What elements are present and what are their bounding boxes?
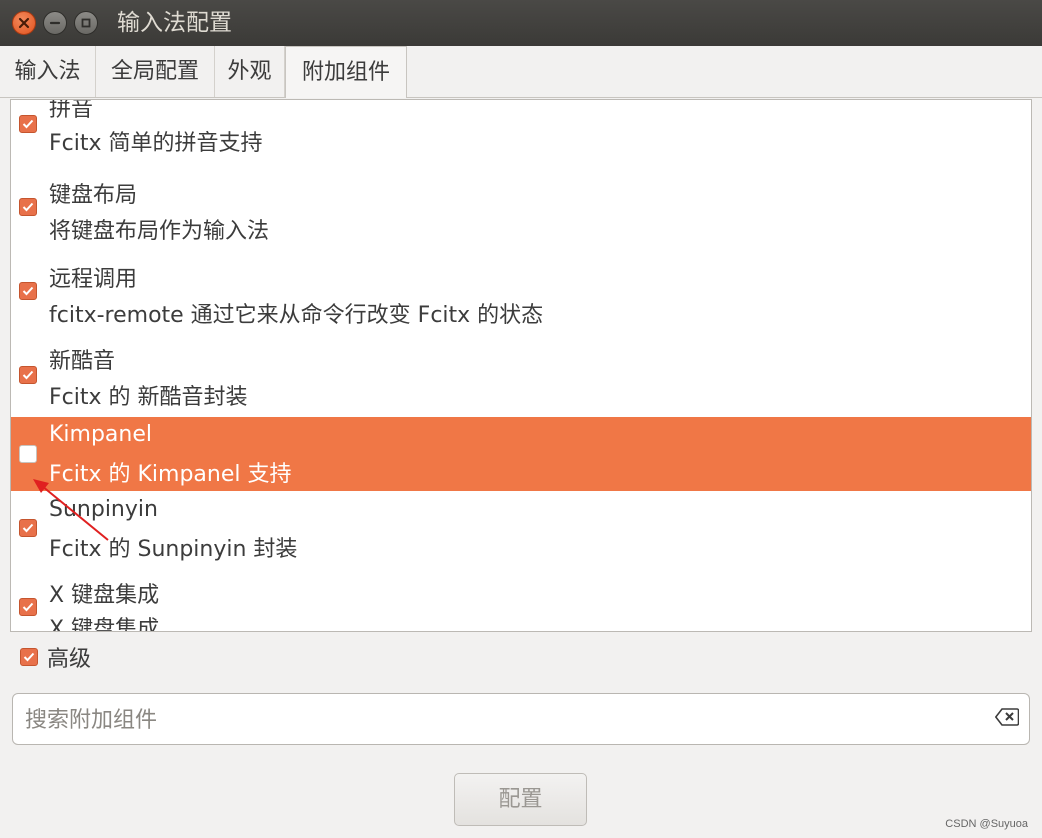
addon-name: 新酷音: [49, 349, 116, 374]
addon-row-xkb[interactable]: X 键盘集成 X 键盘集成: [11, 574, 1031, 632]
close-icon: [18, 17, 30, 29]
addon-description: Fcitx 的 Sunpinyin 封装: [49, 537, 298, 562]
addon-list[interactable]: 拼音 Fcitx 简单的拼音支持 键盘布局 将键盘布局作为输入法 远程调用 fc…: [10, 99, 1032, 632]
maximize-icon: [81, 18, 91, 28]
close-window-button[interactable]: [12, 11, 36, 35]
addon-description: X 键盘集成: [49, 617, 160, 632]
advanced-toggle[interactable]: 高级: [20, 644, 92, 672]
addon-checkbox[interactable]: [19, 198, 37, 216]
checkmark-icon: [22, 602, 34, 612]
addon-name: 拼音: [49, 99, 94, 122]
tab-addons[interactable]: 附加组件: [285, 46, 407, 98]
title-bar: 输入法配置: [0, 0, 1042, 46]
checkmark-icon: [22, 523, 34, 533]
addon-description: Fcitx 的 新酷音封装: [49, 385, 248, 410]
watermark: CSDN @Suyuoa: [945, 818, 1028, 830]
tab-bar: 输入法 全局配置 外观 附加组件: [0, 46, 1042, 98]
tab-input-method[interactable]: 输入法: [0, 46, 96, 97]
addon-description: 将键盘布局作为输入法: [49, 219, 270, 244]
minimize-window-button[interactable]: [43, 11, 67, 35]
addon-row-pinyin[interactable]: 拼音 Fcitx 简单的拼音支持: [11, 99, 1031, 168]
addon-checkbox[interactable]: [19, 519, 37, 537]
search-input[interactable]: [23, 702, 987, 738]
checkmark-icon: [23, 652, 35, 662]
addon-row-chewing[interactable]: 新酷音 Fcitx 的 新酷音封装: [11, 339, 1031, 413]
addon-row-remote[interactable]: 远程调用 fcitx-remote 通过它来从命令行改变 Fcitx 的状态: [11, 255, 1031, 329]
advanced-checkbox[interactable]: [20, 648, 38, 666]
checkmark-icon: [22, 119, 34, 129]
addon-checkbox[interactable]: [19, 366, 37, 384]
maximize-window-button[interactable]: [74, 11, 98, 35]
configure-button[interactable]: 配置: [454, 773, 587, 826]
addon-description: fcitx-remote 通过它来从命令行改变 Fcitx 的状态: [49, 303, 544, 328]
tab-global-config[interactable]: 全局配置: [96, 46, 215, 97]
tab-appearance[interactable]: 外观: [215, 46, 285, 97]
checkmark-icon: [22, 370, 34, 380]
addon-row-keyboard-layout[interactable]: 键盘布局 将键盘布局作为输入法: [11, 171, 1031, 245]
addon-checkbox[interactable]: [19, 282, 37, 300]
addon-name: X 键盘集成: [49, 583, 160, 608]
addon-name: Kimpanel: [49, 422, 153, 447]
addon-name: 远程调用: [49, 267, 138, 292]
addon-checkbox[interactable]: [19, 445, 37, 463]
addon-row-kimpanel[interactable]: Kimpanel Fcitx 的 Kimpanel 支持: [11, 417, 1031, 491]
addon-name: Sunpinyin: [49, 497, 158, 522]
addon-checkbox[interactable]: [19, 598, 37, 616]
window-title: 输入法配置: [117, 10, 232, 36]
addon-description: Fcitx 的 Kimpanel 支持: [49, 462, 292, 487]
search-box: [12, 693, 1030, 745]
minimize-icon: [49, 21, 61, 25]
addon-checkbox[interactable]: [19, 115, 37, 133]
addon-name: 键盘布局: [49, 183, 138, 208]
clear-input-icon[interactable]: [995, 708, 1019, 726]
advanced-label: 高级: [47, 647, 92, 672]
checkmark-icon: [22, 202, 34, 212]
checkmark-icon: [22, 286, 34, 296]
addon-row-sunpinyin[interactable]: Sunpinyin Fcitx 的 Sunpinyin 封装: [11, 494, 1031, 568]
addon-description: Fcitx 简单的拼音支持: [49, 131, 263, 156]
